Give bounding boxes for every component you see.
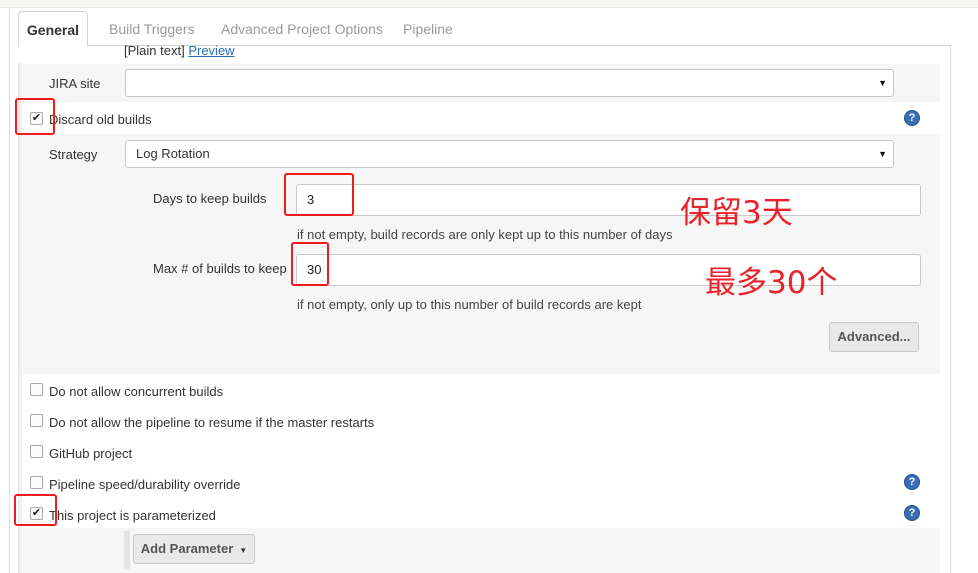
- add-parameter-button[interactable]: Add Parameter ▼: [133, 534, 255, 564]
- chevron-down-icon: ▼: [878, 149, 887, 159]
- caret-down-icon: ▼: [239, 546, 248, 555]
- option-no-resume-label: Do not allow the pipeline to resume if t…: [49, 415, 375, 430]
- strategy-value: Log Rotation: [136, 146, 210, 161]
- add-parameter-label: Add Parameter: [140, 541, 234, 556]
- option-durability-label: Pipeline speed/durability override: [49, 477, 241, 492]
- chevron-down-icon: ▼: [878, 78, 887, 88]
- option-checkbox[interactable]: [30, 414, 43, 427]
- plain-text-label: [Plain text]: [124, 43, 185, 58]
- max-builds-label: Max # of builds to keep: [153, 261, 287, 276]
- option-no-concurrent-label: Do not allow concurrent builds: [49, 384, 224, 399]
- annotation-box-discard: [15, 98, 55, 135]
- parameters-indent: [124, 531, 130, 569]
- help-icon[interactable]: ?: [904, 505, 920, 521]
- option-parameterized-label: This project is parameterized: [49, 508, 216, 523]
- plain-text-preview: [Plain text] Preview: [124, 43, 235, 58]
- annotation-box-max: [291, 242, 329, 286]
- max-builds-help: if not empty, only up to this number of …: [297, 297, 642, 312]
- jira-site-label: JIRA site: [49, 76, 101, 91]
- strategy-label: Strategy: [49, 147, 98, 162]
- panel-left-border: [9, 9, 10, 573]
- jira-site-select[interactable]: ▼: [125, 69, 894, 97]
- panel-right-border: [950, 45, 951, 573]
- days-to-keep-input[interactable]: 3: [296, 184, 921, 216]
- help-icon[interactable]: ?: [904, 474, 920, 490]
- tab-advanced-project-options[interactable]: Advanced Project Options: [221, 11, 383, 46]
- tab-pipeline[interactable]: Pipeline: [403, 11, 453, 46]
- top-strip: [0, 0, 978, 8]
- days-to-keep-label: Days to keep builds: [153, 191, 267, 206]
- annotation-box-parameterized: [14, 494, 57, 526]
- option-checkbox[interactable]: [30, 476, 43, 489]
- annotation-max-note: 最多30个: [705, 265, 838, 301]
- advanced-button[interactable]: Advanced...: [829, 322, 919, 352]
- tab-build-triggers[interactable]: Build Triggers: [109, 11, 195, 46]
- discard-old-builds-label: Discard old builds: [49, 112, 152, 127]
- strategy-select[interactable]: Log Rotation ▼: [125, 140, 894, 168]
- tab-general[interactable]: General: [18, 11, 88, 47]
- preview-link[interactable]: Preview: [188, 43, 234, 58]
- tab-bar: General Build Triggers Advanced Project …: [18, 11, 951, 47]
- annotation-days-note: 保留3天: [680, 195, 793, 231]
- option-github-project-label: GitHub project: [49, 446, 133, 461]
- days-to-keep-help: if not empty, build records are only kep…: [297, 227, 673, 242]
- help-icon[interactable]: ?: [904, 110, 920, 126]
- option-checkbox[interactable]: [30, 445, 43, 458]
- annotation-box-days: [284, 173, 354, 216]
- option-checkbox[interactable]: [30, 383, 43, 396]
